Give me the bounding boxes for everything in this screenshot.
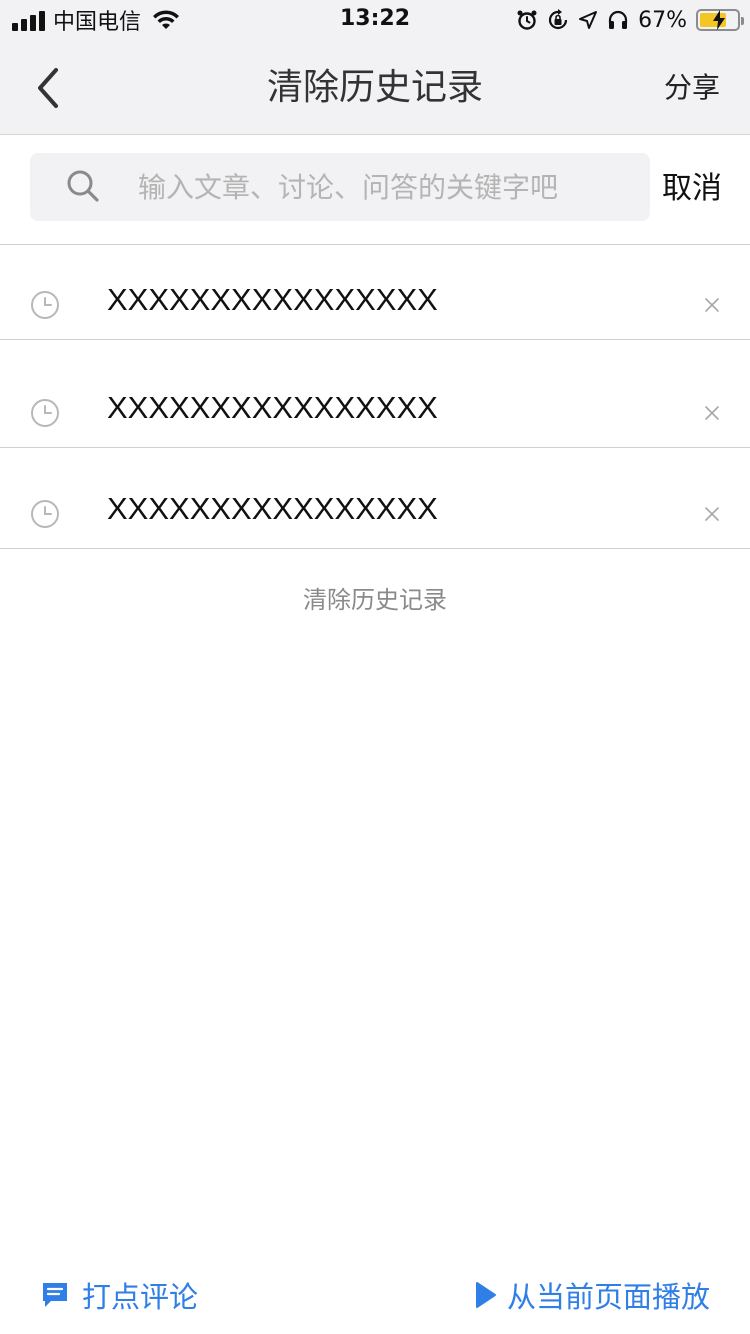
battery-icon [696,9,744,31]
share-button[interactable]: 分享 [664,40,720,135]
close-icon[interactable] [704,297,720,313]
comment-label: 打点评论 [82,1280,199,1314]
comment-button[interactable]: 打点评论 [40,1274,198,1316]
history-text: XXXXXXXXXXXXXXXX [107,390,438,425]
close-icon[interactable] [704,506,720,522]
history-item[interactable]: XXXXXXXXXXXXXXXX [0,448,750,549]
clock-icon [31,399,59,427]
history-text: XXXXXXXXXXXXXXXX [107,491,438,526]
headphones-icon [608,10,628,29]
page-title: 清除历史记录 [266,67,483,108]
bottom-toolbar: 打点评论 从当前页面播放 [0,1260,750,1334]
play-icon [475,1282,496,1308]
history-item[interactable]: XXXXXXXXXXXXXXXX [0,245,750,340]
comment-icon [43,1283,67,1307]
play-from-page-button[interactable]: 从当前页面播放 [475,1274,710,1316]
status-bar: 中国电信 13:22 67% [0,0,750,40]
charging-bolt-icon [713,10,725,30]
clock-icon [31,500,59,528]
search-history-page: 中国电信 13:22 67% 清除历史记录 分享 输入文章、讨论、问答的关键字吧… [0,0,750,1334]
back-button[interactable] [26,66,70,110]
search-input[interactable] [138,163,628,211]
location-arrow-icon [579,11,598,29]
search-icon [67,170,99,202]
history-item[interactable]: XXXXXXXXXXXXXXXX [0,340,750,448]
battery-percent: 67% [638,7,687,33]
cancel-button[interactable]: 取消 [662,135,722,245]
play-label: 从当前页面播放 [506,1280,710,1314]
navigation-bar: 清除历史记录 分享 [0,40,750,135]
search-box[interactable] [30,153,650,221]
close-icon[interactable] [704,405,720,421]
clear-history-button[interactable]: 清除历史记录 [0,580,750,615]
status-right: 67% [516,6,744,34]
chevron-left-icon [38,68,58,108]
history-text: XXXXXXXXXXXXXXXX [107,282,438,317]
clock-icon [31,291,59,319]
rotation-lock-icon [549,9,568,30]
alarm-icon [517,10,537,30]
search-row: 取消 [0,135,750,245]
